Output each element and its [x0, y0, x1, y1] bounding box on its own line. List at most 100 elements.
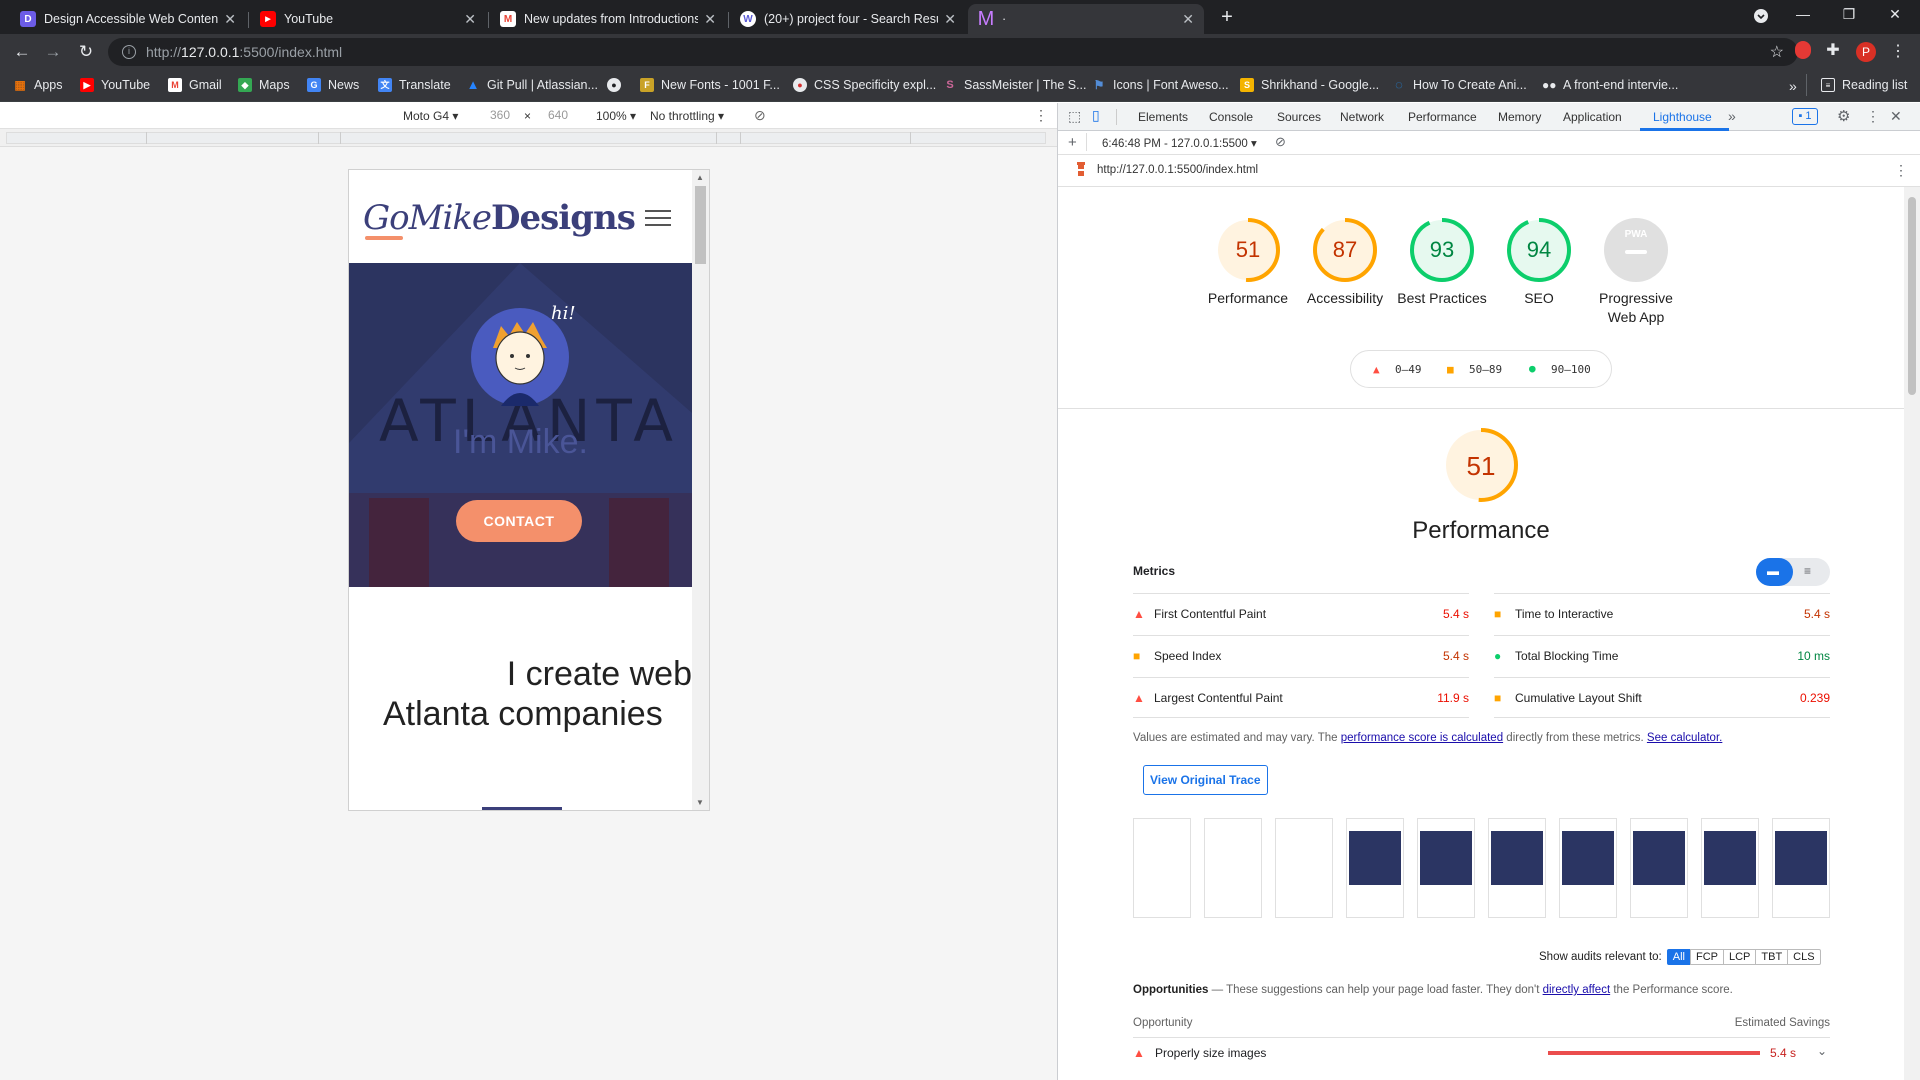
performance-title: Performance — [1412, 517, 1550, 544]
scrollbar-thumb[interactable] — [695, 186, 706, 264]
gauge-best-practices[interactable]: 93 Best Practices — [1394, 217, 1490, 308]
profile-avatar[interactable]: P — [1856, 41, 1876, 62]
gauge-accessibility[interactable]: 87 Accessibility — [1297, 217, 1393, 308]
close-window-button[interactable]: ✕ — [1880, 6, 1910, 23]
browser-tab[interactable]: D Design Accessible Web Content ✕ — [10, 4, 246, 34]
browser-menu-icon[interactable]: ⋮ — [1888, 41, 1908, 61]
page-scrollbar[interactable]: ▲ ▼ — [692, 170, 709, 810]
bookmark-shrikhand[interactable]: S Shrikhand - Google... — [1240, 78, 1379, 92]
tab-network[interactable]: Network — [1340, 110, 1384, 124]
filter-lcp[interactable]: LCP — [1722, 949, 1757, 965]
device-height-input[interactable]: 640 — [538, 106, 578, 125]
filter-fcp[interactable]: FCP — [1689, 949, 1724, 965]
bookmark-maps[interactable]: ◆ Maps — [238, 78, 290, 92]
address-bar[interactable]: i http://127.0.0.1:5500/index.html ☆ — [108, 38, 1798, 66]
tab-lighthouse[interactable]: Lighthouse — [1653, 110, 1712, 124]
device-menu-icon[interactable]: ⋮ — [1034, 107, 1048, 124]
bookmark-translate[interactable]: 文 Translate — [378, 78, 451, 92]
rotate-icon[interactable]: ⊘ — [754, 107, 766, 124]
back-button[interactable]: ← — [12, 42, 32, 62]
see-calculator-link[interactable]: See calculator. — [1647, 732, 1722, 744]
report-menu-icon[interactable]: ⋮ — [1894, 162, 1908, 179]
report-url[interactable]: http://127.0.0.1:5500/index.html — [1097, 164, 1258, 176]
filter-tbt[interactable]: TBT — [1755, 949, 1789, 965]
close-tab-icon[interactable]: ✕ — [224, 11, 236, 28]
extensions-puzzle-icon[interactable]: ✚ — [1823, 40, 1843, 60]
gauge-seo[interactable]: 94 SEO — [1491, 217, 1587, 308]
view-original-trace-button[interactable]: View Original Trace — [1143, 765, 1268, 795]
forward-button[interactable]: → — [43, 42, 63, 62]
gauge-pwa[interactable]: PWA Progressive Web App — [1588, 217, 1684, 327]
bookmark-new-fonts[interactable]: F New Fonts - 1001 F... — [640, 78, 780, 92]
bookmark-star-icon[interactable]: ☆ — [1770, 42, 1784, 62]
bookmark-how-to-create[interactable]: ◌ How To Create Ani... — [1392, 78, 1527, 93]
bookmark-github[interactable]: ● — [607, 78, 628, 92]
compact-view-icon[interactable]: ▬ — [1767, 564, 1779, 578]
flag-icon: ⚑ — [1093, 78, 1105, 92]
browser-tab[interactable]: ▶ YouTube ✕ — [250, 4, 486, 34]
browser-tab[interactable]: W (20+) project four - Search Result ✕ — [730, 4, 966, 34]
bookmark-git-pull[interactable]: ▲ Git Pull | Atlassian... — [466, 78, 598, 93]
tab-console[interactable]: Console — [1209, 110, 1253, 124]
bookmark-news[interactable]: G News — [307, 78, 359, 92]
tab-sources[interactable]: Sources — [1277, 110, 1321, 124]
site-logo[interactable]: GoMikeDesigns — [363, 198, 636, 238]
bookmark-css-specificity[interactable]: ● CSS Specificity expl... — [793, 78, 936, 92]
throttling-select[interactable]: No throttling ▾ — [650, 109, 724, 123]
maximize-window-button[interactable]: ❐ — [1834, 6, 1864, 23]
score-calculated-link[interactable]: performance score is calculated — [1341, 732, 1503, 744]
browser-tab-active[interactable]: M · ✕ — [968, 4, 1204, 34]
filter-all[interactable]: All — [1666, 949, 1691, 965]
settings-gear-icon[interactable]: ⚙ — [1837, 107, 1850, 125]
reload-button[interactable]: ↻ — [76, 42, 96, 62]
minimize-window-button[interactable]: — — [1788, 6, 1818, 22]
bookmark-youtube[interactable]: ▶ YouTube — [80, 78, 150, 92]
close-tab-icon[interactable]: ✕ — [944, 11, 956, 28]
media-query-ruler[interactable] — [0, 129, 1057, 147]
browser-tab[interactable]: M New updates from Introductions ✕ — [490, 4, 726, 34]
tab-application[interactable]: Application — [1563, 110, 1622, 124]
google-fonts-icon: S — [1240, 78, 1254, 92]
filter-cls[interactable]: CLS — [1787, 949, 1821, 965]
bookmark-font-awesome[interactable]: ⚑ Icons | Font Aweso... — [1092, 78, 1229, 92]
site-info-icon[interactable]: i — [122, 45, 136, 59]
close-tab-icon[interactable]: ✕ — [704, 11, 716, 28]
expanded-view-icon[interactable]: ≡ — [1804, 564, 1811, 578]
bookmark-gmail[interactable]: M Gmail — [168, 78, 222, 92]
reading-list-button[interactable]: ≡ Reading list — [1821, 78, 1907, 92]
clear-reports-icon[interactable]: ⊘ — [1275, 134, 1286, 150]
report-scrollbar[interactable] — [1904, 187, 1920, 1080]
opportunity-row[interactable]: ▲ Properly size images 5.4 s ⌄ — [1133, 1037, 1830, 1067]
scrollbar-thumb[interactable] — [1908, 197, 1916, 395]
zoom-select[interactable]: 100% ▾ — [596, 109, 636, 123]
more-tabs-icon[interactable]: » — [1728, 108, 1736, 124]
report-selector[interactable]: 6:46:48 PM - 127.0.0.1:5500 ▾ — [1102, 136, 1257, 150]
metrics-view-toggle[interactable]: ▬ ≡ — [1756, 558, 1830, 586]
tab-performance[interactable]: Performance — [1408, 110, 1477, 124]
new-report-icon[interactable]: + — [1068, 134, 1077, 151]
directly-affect-link[interactable]: directly affect — [1543, 984, 1611, 996]
chevron-down-icon[interactable]: ⌄ — [1817, 1044, 1827, 1058]
tab-search-icon[interactable] — [1746, 8, 1776, 27]
issues-badge[interactable]: ▪ 1 — [1792, 108, 1818, 125]
more-bookmarks-icon[interactable]: » — [1789, 78, 1797, 94]
close-tab-icon[interactable]: ✕ — [464, 11, 476, 28]
devtools-menu-icon[interactable]: ⋮ — [1866, 108, 1880, 125]
close-tab-icon[interactable]: ✕ — [1182, 11, 1194, 28]
bookmark-sassmeister[interactable]: S SassMeister | The S... — [943, 78, 1086, 92]
device-select[interactable]: Moto G4 ▾ — [403, 109, 458, 123]
extension-icon[interactable] — [1793, 41, 1813, 64]
tab-elements[interactable]: Elements — [1138, 110, 1188, 124]
hamburger-menu-icon[interactable] — [645, 210, 671, 226]
device-toolbar-icon[interactable]: ▯ — [1092, 107, 1100, 124]
tab-memory[interactable]: Memory — [1498, 110, 1541, 124]
bookmark-frontend-interview[interactable]: ●● A front-end intervie... — [1542, 78, 1678, 92]
device-width-input[interactable]: 360 — [480, 106, 520, 125]
bookmark-apps[interactable]: ▦ Apps — [13, 78, 62, 92]
github-icon: ● — [607, 78, 621, 92]
close-devtools-icon[interactable]: ✕ — [1890, 108, 1902, 125]
inspect-element-icon[interactable]: ⬚ — [1068, 108, 1081, 125]
gauge-performance[interactable]: 51 Performance — [1200, 217, 1296, 308]
new-tab-button[interactable]: + — [1212, 6, 1242, 29]
contact-button[interactable]: CONTACT — [456, 500, 582, 542]
